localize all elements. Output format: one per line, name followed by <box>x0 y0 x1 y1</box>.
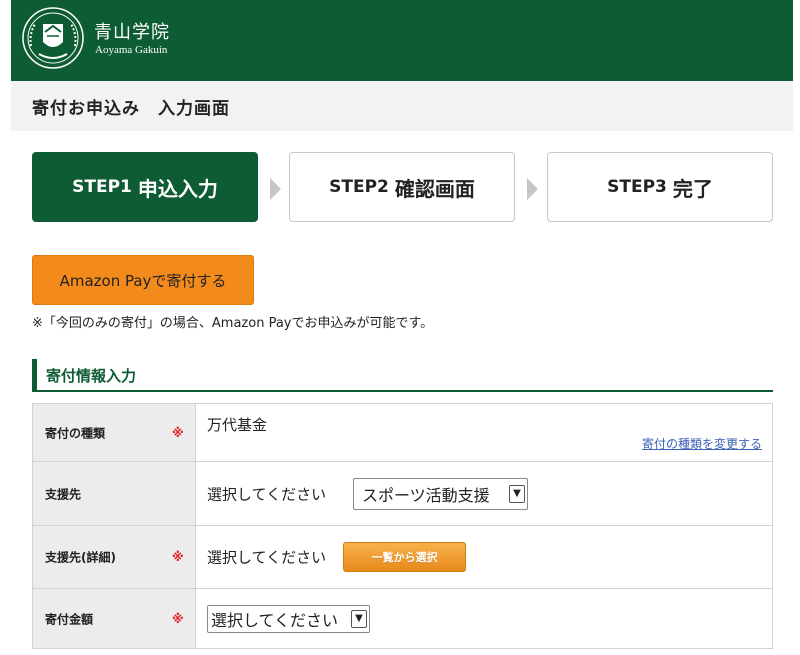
support-detail-label: 支援先(詳細) <box>45 550 116 565</box>
brand-name-en: Aoyama Gakuin <box>95 44 168 56</box>
step-1: STEP1 申込入力 <box>32 152 258 222</box>
step-arrow-icon <box>270 178 281 200</box>
change-donation-type-link[interactable]: 寄付の種類を変更する <box>642 435 762 452</box>
step-2-number: STEP2 <box>329 177 389 197</box>
step-1-number: STEP1 <box>72 177 132 197</box>
label-cell: 支援先 <box>33 462 196 525</box>
chevron-down-icon[interactable]: ▼ <box>509 484 525 503</box>
required-mark: ※ <box>172 550 184 564</box>
form-row-support-detail: 支援先(詳細) ※ 選択してください 一覧から選択 <box>32 526 773 589</box>
value-cell: 選択してください 一覧から選択 <box>196 526 772 588</box>
step-3-number: STEP3 <box>607 177 667 197</box>
page: 青山学院 Aoyama Gakuin 寄付お申込み 入力画面 STEP1 申込入… <box>11 0 793 655</box>
value-cell: 万代基金 寄付の種類を変更する <box>196 404 772 461</box>
brand-name-jp: 青山学院 <box>94 22 170 43</box>
step-1-label: 申込入力 <box>137 176 218 201</box>
page-title-bar: 寄付お申込み 入力画面 <box>11 81 793 131</box>
required-mark: ※ <box>172 611 184 626</box>
crest-logo-icon[interactable] <box>21 6 85 70</box>
donation-form: 寄付の種類 ※ 万代基金 寄付の種類を変更する 支援先 選択してください スポー… <box>32 403 773 649</box>
amazon-pay-note: ※「今回のみの寄付」の場合、Amazon Payでお申込みが可能です。 <box>32 316 434 331</box>
label-cell: 寄付の種類 ※ <box>33 404 196 461</box>
support-detail-prompt: 選択してください <box>207 548 327 567</box>
select-from-list-button[interactable]: 一覧から選択 <box>343 542 466 572</box>
section-bar <box>32 359 37 390</box>
step-3: STEP3 完了 <box>547 152 773 222</box>
step-arrow-icon <box>527 178 538 200</box>
value-cell: 選択してください ▼ <box>196 589 772 648</box>
section-heading: 寄付情報入力 <box>32 359 773 392</box>
support-selected-value: スポーツ活動支援 <box>362 485 490 505</box>
site-header: 青山学院 Aoyama Gakuin <box>11 0 793 81</box>
amount-label: 寄付金額 <box>45 612 94 626</box>
form-row-amount: 寄付金額 ※ 選択してください ▼ <box>32 589 773 649</box>
step-2: STEP2 確認画面 <box>289 152 515 222</box>
donation-type-value: 万代基金 <box>207 416 268 434</box>
chevron-down-icon[interactable]: ▼ <box>351 609 367 628</box>
required-mark: ※ <box>172 425 184 440</box>
amount-selected-value: 選択してください <box>211 610 339 630</box>
support-label: 支援先 <box>45 487 82 501</box>
donation-type-label: 寄付の種類 <box>45 426 106 440</box>
label-cell: 寄付金額 ※ <box>33 589 196 648</box>
page-title: 寄付お申込み 入力画面 <box>32 99 230 119</box>
label-cell: 支援先(詳細) ※ <box>33 526 196 588</box>
support-prompt: 選択してください <box>207 485 327 503</box>
step-2-label: 確認画面 <box>394 176 475 201</box>
value-cell: 選択してください スポーツ活動支援 ▼ <box>196 462 772 525</box>
form-row-donation-type: 寄付の種類 ※ 万代基金 寄付の種類を変更する <box>32 404 773 462</box>
amazon-pay-button[interactable]: Amazon Payで寄付する <box>32 255 254 305</box>
section-title: 寄付情報入力 <box>46 367 137 385</box>
amount-select[interactable]: 選択してください ▼ <box>207 604 370 633</box>
support-select[interactable]: スポーツ活動支援 ▼ <box>353 477 528 510</box>
step-3-label: 完了 <box>672 176 713 201</box>
form-row-support: 支援先 選択してください スポーツ活動支援 ▼ <box>32 462 773 526</box>
